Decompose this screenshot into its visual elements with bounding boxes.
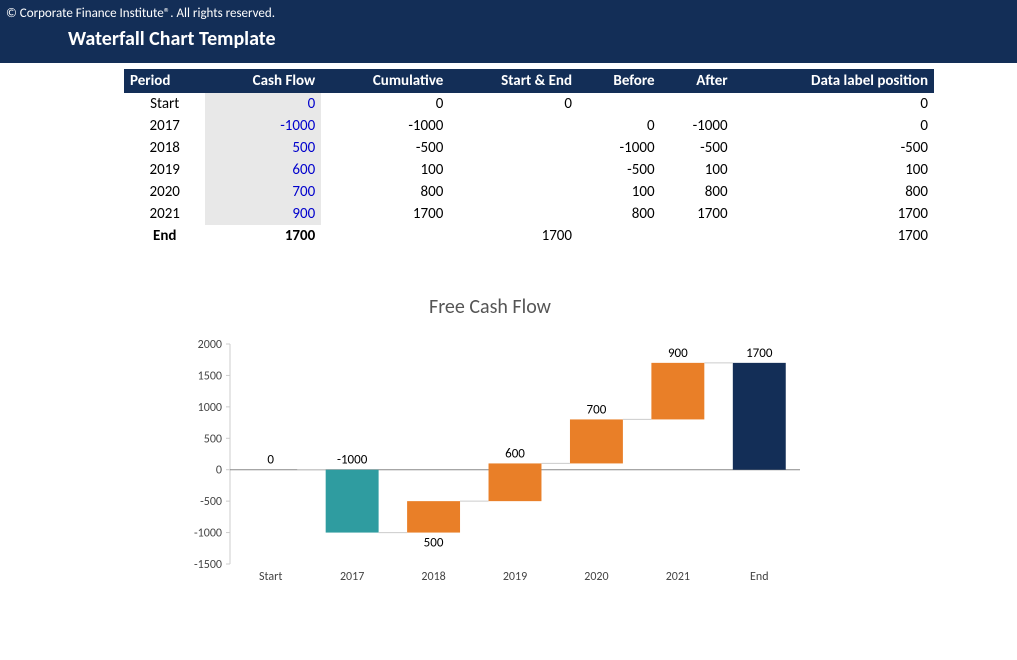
y-tick-label: 0: [216, 464, 222, 478]
table-cell[interactable]: 1700: [734, 225, 934, 247]
table-cell[interactable]: -1000: [205, 115, 321, 137]
table-cell[interactable]: [449, 137, 578, 159]
chart-title: Free Cash Flow: [170, 295, 810, 319]
table-cell[interactable]: 800: [734, 181, 934, 203]
table-cell[interactable]: -500: [661, 137, 734, 159]
data-table: Period Cash Flow Cumulative Start & End …: [124, 69, 934, 247]
x-tick-label: 2017: [340, 570, 364, 584]
table-cell[interactable]: 0: [734, 115, 934, 137]
waterfall-bar: [651, 363, 704, 420]
th-cashflow: Cash Flow: [205, 69, 321, 93]
th-start-end: Start & End: [449, 69, 578, 93]
page-title: Waterfall Chart Template: [68, 27, 1011, 51]
th-period: Period: [124, 69, 205, 93]
waterfall-bar: [733, 363, 786, 470]
table-cell[interactable]: 0: [321, 93, 449, 115]
x-tick-label: 2020: [584, 570, 608, 584]
table-cell[interactable]: End: [124, 225, 205, 247]
table-cell[interactable]: 0: [449, 93, 578, 115]
table-cell[interactable]: 500: [205, 137, 321, 159]
table-cell[interactable]: [321, 225, 449, 247]
table-cell[interactable]: -1000: [661, 115, 734, 137]
table-cell[interactable]: 600: [205, 159, 321, 181]
table-cell[interactable]: [578, 93, 661, 115]
chart-area: Free Cash Flow -1500 -1000 -500 0 500 1000 150…: [170, 295, 810, 589]
table-cell[interactable]: 800: [661, 181, 734, 203]
table-cell[interactable]: 2019: [124, 159, 205, 181]
th-after: After: [661, 69, 734, 93]
table-cell[interactable]: -500: [321, 137, 449, 159]
table-cell[interactable]: 1700: [321, 203, 449, 225]
data-label: -1000: [337, 453, 368, 468]
table-cell[interactable]: [449, 159, 578, 181]
table-cell[interactable]: 0: [205, 93, 321, 115]
table-cell[interactable]: [661, 225, 734, 247]
table-cell[interactable]: 1700: [661, 203, 734, 225]
table-row: 2019600100-500100100: [124, 159, 934, 181]
data-label: 500: [424, 536, 444, 551]
data-label: 600: [505, 446, 525, 461]
table-cell[interactable]: 1700: [449, 225, 578, 247]
y-tick-label: 1000: [198, 401, 222, 415]
y-tick-label: -1000: [194, 527, 222, 541]
table-cell[interactable]: 0: [578, 115, 661, 137]
table-row: End170017001700: [124, 225, 934, 247]
table-cell[interactable]: -500: [734, 137, 934, 159]
waterfall-bar: [489, 463, 542, 501]
data-table-wrap: Period Cash Flow Cumulative Start & End …: [124, 69, 934, 247]
table-cell[interactable]: 2020: [124, 181, 205, 203]
data-label: 0: [267, 453, 274, 468]
x-tick-label: 2018: [421, 570, 445, 584]
table-cell[interactable]: [661, 93, 734, 115]
data-label: 900: [668, 346, 688, 361]
table-cell[interactable]: 100: [321, 159, 449, 181]
table-cell[interactable]: [449, 115, 578, 137]
table-cell[interactable]: [449, 181, 578, 203]
waterfall-bar: [326, 470, 379, 533]
table-cell[interactable]: 800: [321, 181, 449, 203]
th-before: Before: [578, 69, 661, 93]
x-tick-label: End: [750, 570, 768, 584]
y-tick-label: -1500: [194, 558, 222, 572]
table-cell[interactable]: [449, 203, 578, 225]
table-cell[interactable]: 700: [205, 181, 321, 203]
table-cell[interactable]: 900: [205, 203, 321, 225]
table-cell[interactable]: 100: [661, 159, 734, 181]
table-row: Start0000: [124, 93, 934, 115]
y-tick-label: 1500: [198, 369, 222, 383]
x-tick-label: 2019: [503, 570, 527, 584]
table-cell[interactable]: [578, 225, 661, 247]
table-cell[interactable]: 800: [578, 203, 661, 225]
table-cell[interactable]: 1700: [205, 225, 321, 247]
waterfall-chart: -1500 -1000 -500 0 500 1000 1500 2000 0 Start -100…: [170, 329, 810, 589]
waterfall-bar: [407, 501, 460, 532]
table-cell[interactable]: -1000: [321, 115, 449, 137]
header-band: © Corporate Finance Institute®. All righ…: [0, 0, 1017, 63]
table-cell[interactable]: 2021: [124, 203, 205, 225]
y-tick-label: 2000: [198, 338, 222, 352]
table-row: 2021900170080017001700: [124, 203, 934, 225]
table-cell[interactable]: 2017: [124, 115, 205, 137]
x-tick-label: 2021: [666, 570, 690, 584]
table-cell[interactable]: 100: [578, 181, 661, 203]
table-cell[interactable]: -500: [578, 159, 661, 181]
table-cell[interactable]: 1700: [734, 203, 934, 225]
table-cell[interactable]: 0: [734, 93, 934, 115]
copyright-text: © Corporate Finance Institute®. All righ…: [6, 6, 1011, 21]
table-row: 2017-1000-10000-10000: [124, 115, 934, 137]
table-row: 2020700800100800800: [124, 181, 934, 203]
data-label: 700: [587, 402, 607, 417]
th-dlp: Data label position: [734, 69, 934, 93]
y-tick-label: 500: [204, 432, 222, 446]
table-cell[interactable]: Start: [124, 93, 205, 115]
th-cumulative: Cumulative: [321, 69, 449, 93]
table-cell[interactable]: -1000: [578, 137, 661, 159]
table-cell[interactable]: 2018: [124, 137, 205, 159]
table-cell[interactable]: 100: [734, 159, 934, 181]
y-tick-label: -500: [200, 495, 222, 509]
data-label: 1700: [746, 346, 773, 361]
x-tick-label: Start: [259, 570, 282, 584]
waterfall-bar: [570, 419, 623, 463]
table-row: 2018500-500-1000-500-500: [124, 137, 934, 159]
